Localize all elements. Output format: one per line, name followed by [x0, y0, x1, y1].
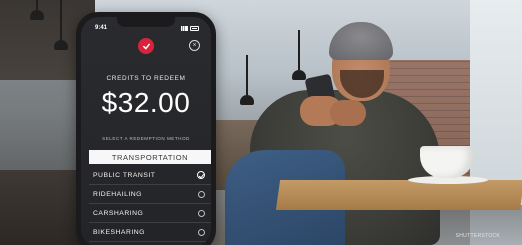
- credits-amount: $32.00: [101, 87, 191, 118]
- option-ridehailing[interactable]: RIDEHAILING: [89, 185, 211, 204]
- option-label: PUBLIC TRANSIT: [93, 171, 156, 179]
- radio-icon[interactable]: [198, 209, 205, 217]
- category-header-transportation: TRANSPORTATION: [89, 150, 211, 164]
- app-screen: 9:41 × CREDITS TO REDEEM $32.00 SELECT A…: [81, 17, 211, 245]
- wooden-table: [275, 180, 522, 210]
- pendant-lamp: [54, 0, 68, 50]
- redemption-options-list: PUBLIC TRANSIT RIDEHAILING CARSHARING BI…: [89, 166, 211, 242]
- radio-icon[interactable]: [198, 190, 205, 198]
- option-label: RIDEHAILING: [93, 190, 142, 198]
- option-bikesharing[interactable]: BIKESHARING: [89, 223, 211, 242]
- option-public-transit[interactable]: PUBLIC TRANSIT: [89, 166, 211, 185]
- option-label: BIKESHARING: [93, 228, 145, 236]
- pendant-lamp: [30, 0, 44, 20]
- battery-icon: [190, 26, 199, 31]
- option-carsharing[interactable]: CARSHARING: [89, 204, 211, 223]
- brand-heart-check-icon: [138, 38, 154, 54]
- person-beanie: [329, 22, 393, 60]
- signal-icon: [181, 26, 188, 31]
- redemption-method-prompt: SELECT A REDEMPTION METHOD: [102, 136, 190, 141]
- phone-mockup: 9:41 × CREDITS TO REDEEM $32.00 SELECT A…: [76, 12, 216, 245]
- radio-selected-icon[interactable]: [197, 171, 205, 179]
- pendant-lamp: [292, 30, 306, 80]
- watermark: SHUTTERSTOCK: [455, 233, 500, 239]
- status-time: 9:41: [95, 25, 108, 31]
- pendant-lamp: [240, 55, 254, 105]
- option-label: CARSHARING: [93, 209, 144, 217]
- status-icons: [181, 26, 199, 31]
- person-hand: [330, 100, 366, 126]
- phone-notch: [117, 17, 175, 27]
- cafe-window: [0, 80, 80, 170]
- radio-icon[interactable]: [198, 228, 205, 236]
- close-button[interactable]: ×: [189, 40, 200, 51]
- credits-label: CREDITS TO REDEEM: [106, 75, 186, 82]
- close-icon: ×: [192, 42, 197, 49]
